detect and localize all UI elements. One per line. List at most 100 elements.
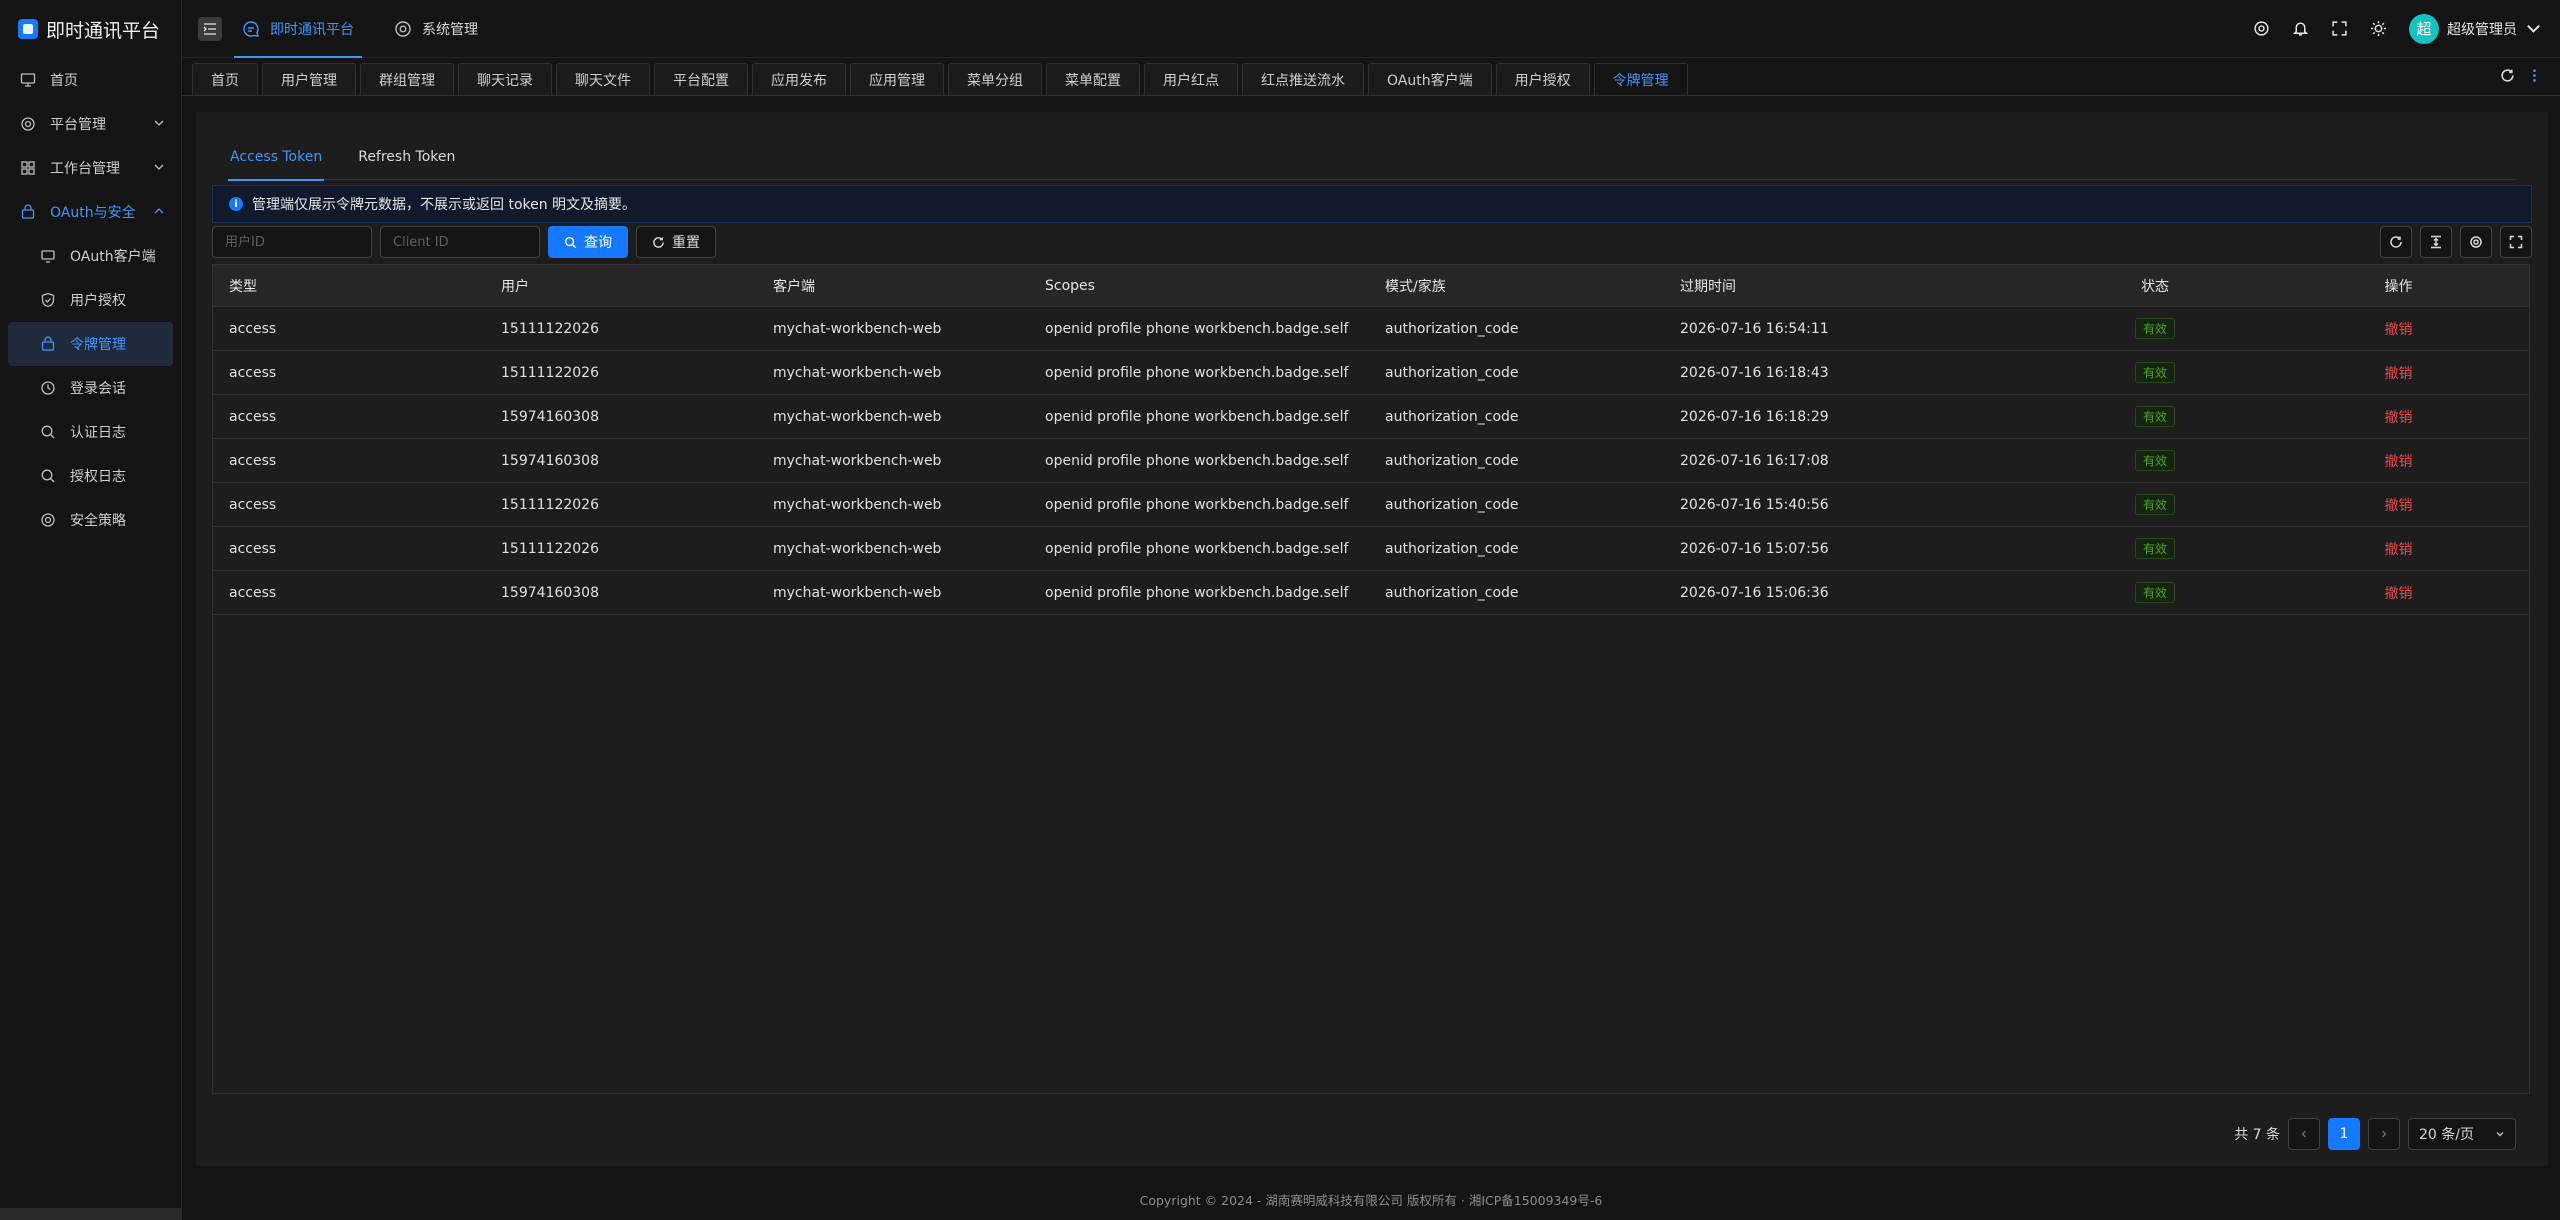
bell-icon[interactable] — [2292, 20, 2309, 37]
table-row: access 15974160308 mychat-workbench-web ope… — [213, 571, 2529, 615]
tab-refresh-token[interactable]: Refresh Token — [356, 134, 457, 180]
table-fullscreen-button[interactable] — [2500, 226, 2532, 258]
page-tab[interactable]: 用户授权 — [1495, 63, 1590, 95]
page-button[interactable]: 1 — [2328, 1118, 2360, 1150]
page-size-select[interactable]: 20 条/页 — [2408, 1118, 2516, 1150]
topnav-im-platform[interactable]: 即时通讯平台 — [222, 0, 374, 58]
fullscreen-icon[interactable] — [2331, 20, 2348, 37]
cell-type: access — [229, 584, 277, 601]
page-tab[interactable]: 群组管理 — [360, 63, 454, 95]
cell-mode: authorization_code — [1385, 364, 1519, 381]
sidebar-item-oauth-security[interactable]: OAuth与安全 — [0, 190, 181, 234]
cell-user: 15111122026 — [501, 496, 599, 513]
sidebar-item-token-management[interactable]: 令牌管理 — [8, 322, 173, 366]
sidebar-item-grant-logs[interactable]: 授权日志 — [0, 454, 181, 498]
settings-icon[interactable] — [2253, 20, 2270, 37]
page-tabs: 首页 用户管理 群组管理 聊天记录 聊天文件 平台配置 应用发布 应用管理 菜单分组 菜单配置 用户… — [182, 58, 2560, 96]
next-page-button[interactable] — [2368, 1118, 2400, 1150]
revoke-link[interactable]: 撤销 — [2385, 410, 2413, 426]
sidebar-item-auth-logs[interactable]: 认证日志 — [0, 410, 181, 454]
page-tab[interactable]: 菜单配置 — [1046, 63, 1140, 95]
sidebar-item-home[interactable]: 首页 — [0, 58, 181, 102]
more-vertical-icon[interactable] — [2527, 68, 2542, 83]
cell-type: access — [229, 408, 277, 425]
page-tab[interactable]: 应用发布 — [752, 63, 846, 95]
table-row: access 15974160308 mychat-workbench-web ope… — [213, 439, 2529, 483]
topnav-label: 即时通讯平台 — [270, 21, 354, 38]
page-tab[interactable]: 首页 — [192, 63, 258, 95]
sidebar-item-security-policy[interactable]: 安全策略 — [0, 498, 181, 542]
alert-text: 管理端仅展示令牌元数据，不展示或返回 token 明文及摘要。 — [252, 197, 637, 213]
page-tab[interactable]: 用户管理 — [262, 63, 356, 95]
column-header: Scopes — [1045, 277, 1095, 294]
chevron-up-icon — [154, 208, 164, 214]
revoke-link[interactable]: 撤销 — [2385, 586, 2413, 602]
sidebar-item-workbench[interactable]: 工作台管理 — [0, 146, 181, 190]
prev-page-button[interactable] — [2288, 1118, 2320, 1150]
query-button[interactable]: 查询 — [548, 226, 628, 258]
revoke-link[interactable]: 撤销 — [2385, 366, 2413, 382]
client-id-input[interactable] — [380, 226, 540, 258]
cell-status: 有效 — [2044, 494, 2266, 515]
sidebar: 即时通讯平台 首页 平台管理 工作台管理 OAuth与安全 OAuth客户端 用… — [0, 0, 182, 1220]
cell-expires: 2026-07-16 16:54:11 — [1680, 320, 1829, 337]
cell-action: 撤销 — [2266, 583, 2531, 603]
cell-mode: authorization_code — [1385, 584, 1519, 601]
reset-button[interactable]: 重置 — [636, 226, 716, 258]
cell-scopes: openid profile phone workbench.badge.sel… — [1045, 452, 1349, 469]
sidebar-item-label: 登录会话 — [70, 381, 126, 397]
page-tab[interactable]: 聊天文件 — [556, 63, 650, 95]
reload-icon[interactable] — [2500, 68, 2515, 83]
cell-status: 有效 — [2044, 450, 2266, 471]
topnav-label: 系统管理 — [422, 21, 478, 38]
token-type-tabs: Access Token Refresh Token — [228, 134, 2516, 181]
column-header: 操作 — [2384, 278, 2413, 295]
page-tab[interactable]: 应用管理 — [850, 63, 944, 95]
reload-icon — [2390, 236, 2402, 248]
column-height-button[interactable] — [2420, 226, 2452, 258]
revoke-link[interactable]: 撤销 — [2385, 542, 2413, 558]
cell-scopes: openid profile phone workbench.badge.sel… — [1045, 364, 1349, 381]
sidebar-scrollbar[interactable] — [0, 1208, 182, 1220]
page-tab[interactable]: 用户红点 — [1144, 63, 1238, 95]
status-badge: 有效 — [2134, 362, 2175, 383]
page-tab[interactable]: 平台配置 — [654, 63, 748, 95]
page-tab[interactable]: OAuth客户端 — [1368, 63, 1492, 95]
status-badge: 有效 — [2134, 538, 2175, 559]
page-tab[interactable]: 聊天记录 — [458, 63, 552, 95]
chevron-down-icon — [2496, 1132, 2504, 1137]
table-settings-button[interactable] — [2460, 226, 2492, 258]
topnav-system[interactable]: 系统管理 — [374, 0, 498, 58]
user-menu[interactable]: 超 超级管理员 — [2409, 13, 2542, 44]
tab-access-token[interactable]: Access Token — [228, 134, 325, 181]
filter-bar: 查询 重置 — [212, 226, 2532, 260]
cell-status: 有效 — [2044, 582, 2266, 603]
page-tab[interactable]: 令牌管理 — [1593, 63, 1688, 95]
sidebar-item-user-grants[interactable]: 用户授权 — [0, 278, 181, 322]
cell-scopes: openid profile phone workbench.badge.sel… — [1045, 584, 1349, 601]
page-tab[interactable]: 红点推送流水 — [1242, 63, 1364, 95]
page-tab[interactable]: 菜单分组 — [948, 63, 1042, 95]
sun-icon[interactable] — [2370, 20, 2387, 37]
revoke-link[interactable]: 撤销 — [2385, 322, 2413, 338]
sidebar-item-label: 工作台管理 — [50, 161, 120, 177]
sidebar-item-platform[interactable]: 平台管理 — [0, 102, 181, 146]
cell-client: mychat-workbench-web — [773, 408, 942, 425]
cell-status: 有效 — [2044, 538, 2266, 559]
revoke-link[interactable]: 撤销 — [2385, 454, 2413, 470]
collapse-sidebar-button[interactable] — [198, 16, 222, 41]
search-icon — [564, 236, 577, 248]
sidebar-item-login-sessions[interactable]: 登录会话 — [0, 366, 181, 410]
cell-expires: 2026-07-16 15:07:56 — [1680, 540, 1829, 557]
column-header: 客户端 — [773, 278, 815, 295]
revoke-link[interactable]: 撤销 — [2385, 498, 2413, 514]
cell-action: 撤销 — [2266, 451, 2531, 471]
tab-tools — [2500, 68, 2542, 83]
status-badge: 有效 — [2134, 494, 2175, 515]
refresh-table-button[interactable] — [2380, 226, 2412, 258]
sidebar-item-oauth-clients[interactable]: OAuth客户端 — [0, 234, 181, 278]
table-row: access 15111122026 mychat-workbench-web ope… — [213, 307, 2529, 351]
user-id-input[interactable] — [212, 226, 372, 258]
table-header-row: 类型 用户 客户端 Scopes 模式/家族 过期时间 状态 操作 — [213, 265, 2529, 307]
app-logo[interactable]: 即时通讯平台 — [0, 0, 181, 58]
